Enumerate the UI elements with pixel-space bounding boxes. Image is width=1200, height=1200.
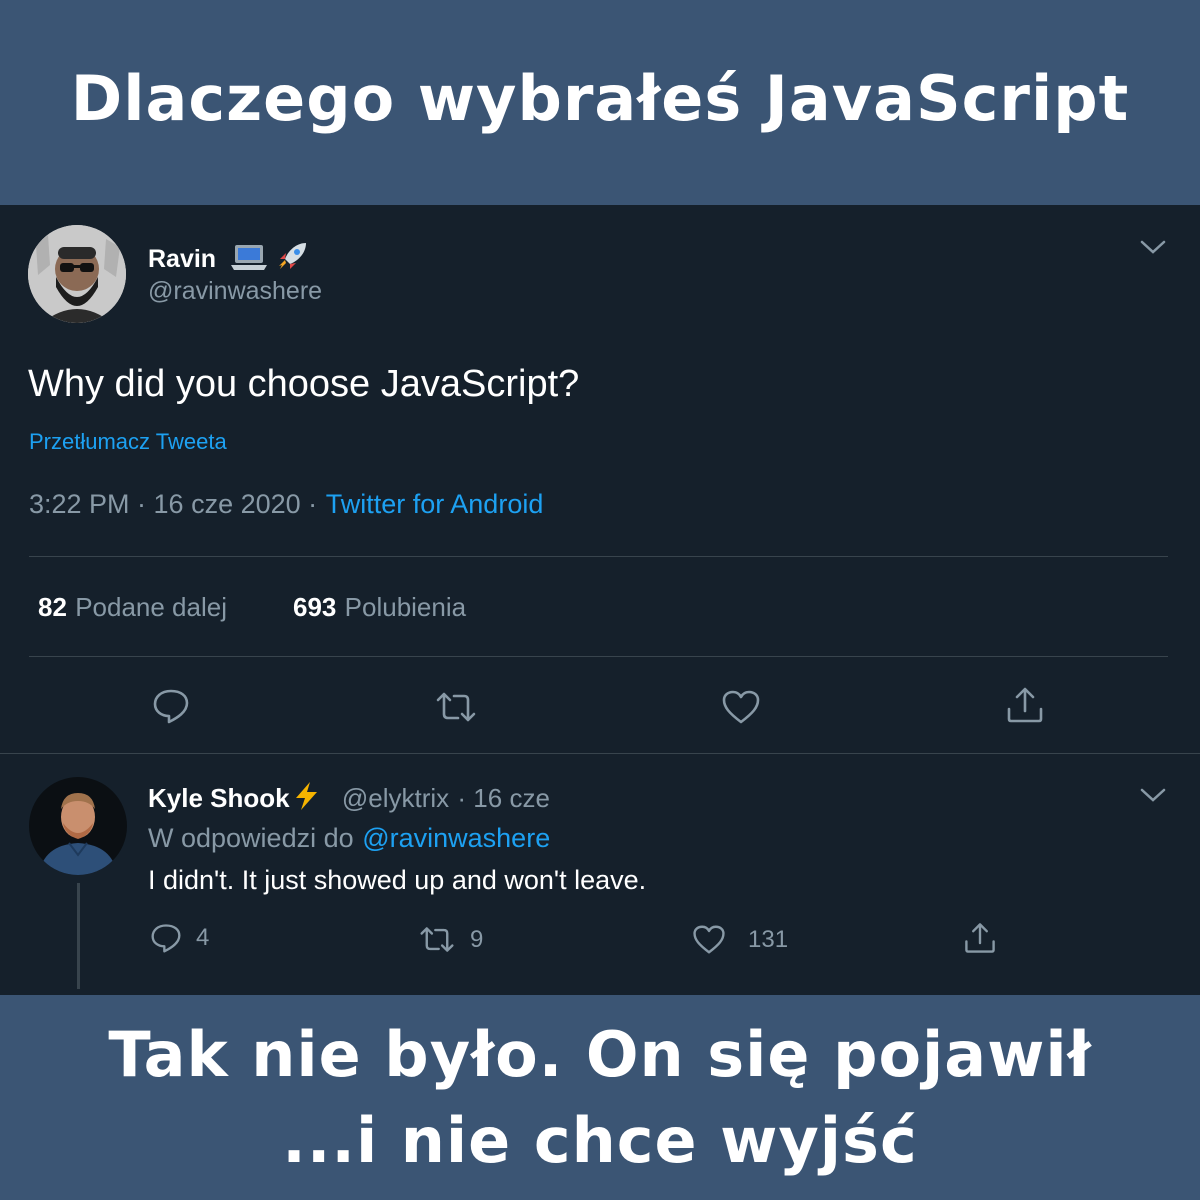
lightning-emoji	[292, 781, 320, 811]
reply-date[interactable]: · 16 cze	[457, 783, 550, 813]
share-button[interactable]	[1005, 685, 1045, 725]
divider-top	[29, 556, 1168, 557]
tweet-timestamp[interactable]: 3:22 PM · 16 cze 2020 ·	[29, 489, 317, 519]
reply-author-name[interactable]: Kyle Shook	[148, 781, 320, 813]
tweet-area: Ravin @ravinwashere Why did you choose J…	[0, 205, 1200, 995]
like-icon	[721, 689, 761, 725]
retweet-icon	[418, 925, 456, 954]
reply-icon	[150, 923, 182, 953]
replying-to-handle[interactable]: @ravinwashere	[362, 823, 550, 853]
replying-to: W odpowiedzi do @ravinwashere	[148, 823, 550, 854]
translate-tweet-link[interactable]: Przetłumacz Tweeta	[29, 429, 227, 455]
top-caption: Dlaczego wybrałeś JavaScript	[70, 62, 1130, 135]
reply-reply-button[interactable]: 4	[150, 923, 209, 953]
author-name-text: Ravin	[148, 245, 217, 273]
bottom-caption-line1: Tak nie było. On się pojawił	[108, 1017, 1092, 1091]
tweet-separator	[0, 753, 1200, 754]
share-icon	[1005, 685, 1045, 725]
reply-retweet-count: 9	[470, 925, 484, 953]
divider-bottom	[29, 656, 1168, 657]
reply-like-button[interactable]: 131	[692, 924, 788, 955]
tweet-meta: 3:22 PM · 16 cze 2020 · Twitter for Andr…	[29, 489, 543, 520]
reply-button[interactable]	[152, 688, 190, 724]
reply-chevron-down-icon[interactable]	[1140, 787, 1166, 807]
rocket-emoji	[276, 239, 310, 273]
tweet-source[interactable]: Twitter for Android	[326, 489, 544, 519]
retweet-button[interactable]	[434, 690, 478, 724]
retweets-count: 82	[38, 592, 67, 622]
top-banner: Dlaczego wybrałeś JavaScript	[0, 0, 1200, 205]
bottom-banner: Tak nie było. On się pojawił ...i nie ch…	[0, 995, 1200, 1200]
replying-to-label: W odpowiedzi do	[148, 823, 354, 853]
reply-author-name-text: Kyle Shook	[148, 783, 290, 813]
reply-retweet-button[interactable]: 9	[418, 925, 483, 954]
tweet-author-name[interactable]: Ravin	[148, 239, 310, 274]
chevron-down-icon[interactable]	[1140, 239, 1166, 259]
likes-label: Polubienia	[344, 592, 467, 622]
ravin-avatar[interactable]	[28, 225, 126, 323]
likes-stat[interactable]: 693 Polubienia	[293, 592, 466, 623]
reply-share-button[interactable]	[963, 921, 997, 955]
reply-like-count: 131	[748, 925, 789, 953]
share-icon	[963, 921, 997, 955]
tweet-author-handle[interactable]: @ravinwashere	[148, 277, 322, 306]
like-button[interactable]	[721, 689, 761, 725]
retweet-icon	[434, 690, 478, 724]
likes-count: 693	[293, 592, 337, 622]
kyle-avatar[interactable]	[29, 777, 127, 875]
thread-line	[77, 883, 80, 989]
reply-reply-count: 4	[196, 924, 210, 951]
bottom-caption-line2: ...i nie chce wyjść	[282, 1103, 918, 1177]
reply-author-handle[interactable]: @elyktrix	[342, 783, 449, 813]
retweets-label: Podane dalej	[75, 592, 227, 622]
tweet-text: Why did you choose JavaScript?	[28, 363, 580, 405]
reply-header: Kyle Shook @elyktrix · 16 cze	[148, 781, 550, 814]
retweets-stat[interactable]: 82 Podane dalej	[38, 592, 227, 623]
reply-text: I didn't. It just showed up and won't le…	[148, 865, 647, 895]
like-icon	[692, 924, 726, 955]
reply-icon	[152, 688, 190, 724]
laptop-emoji	[231, 243, 268, 271]
